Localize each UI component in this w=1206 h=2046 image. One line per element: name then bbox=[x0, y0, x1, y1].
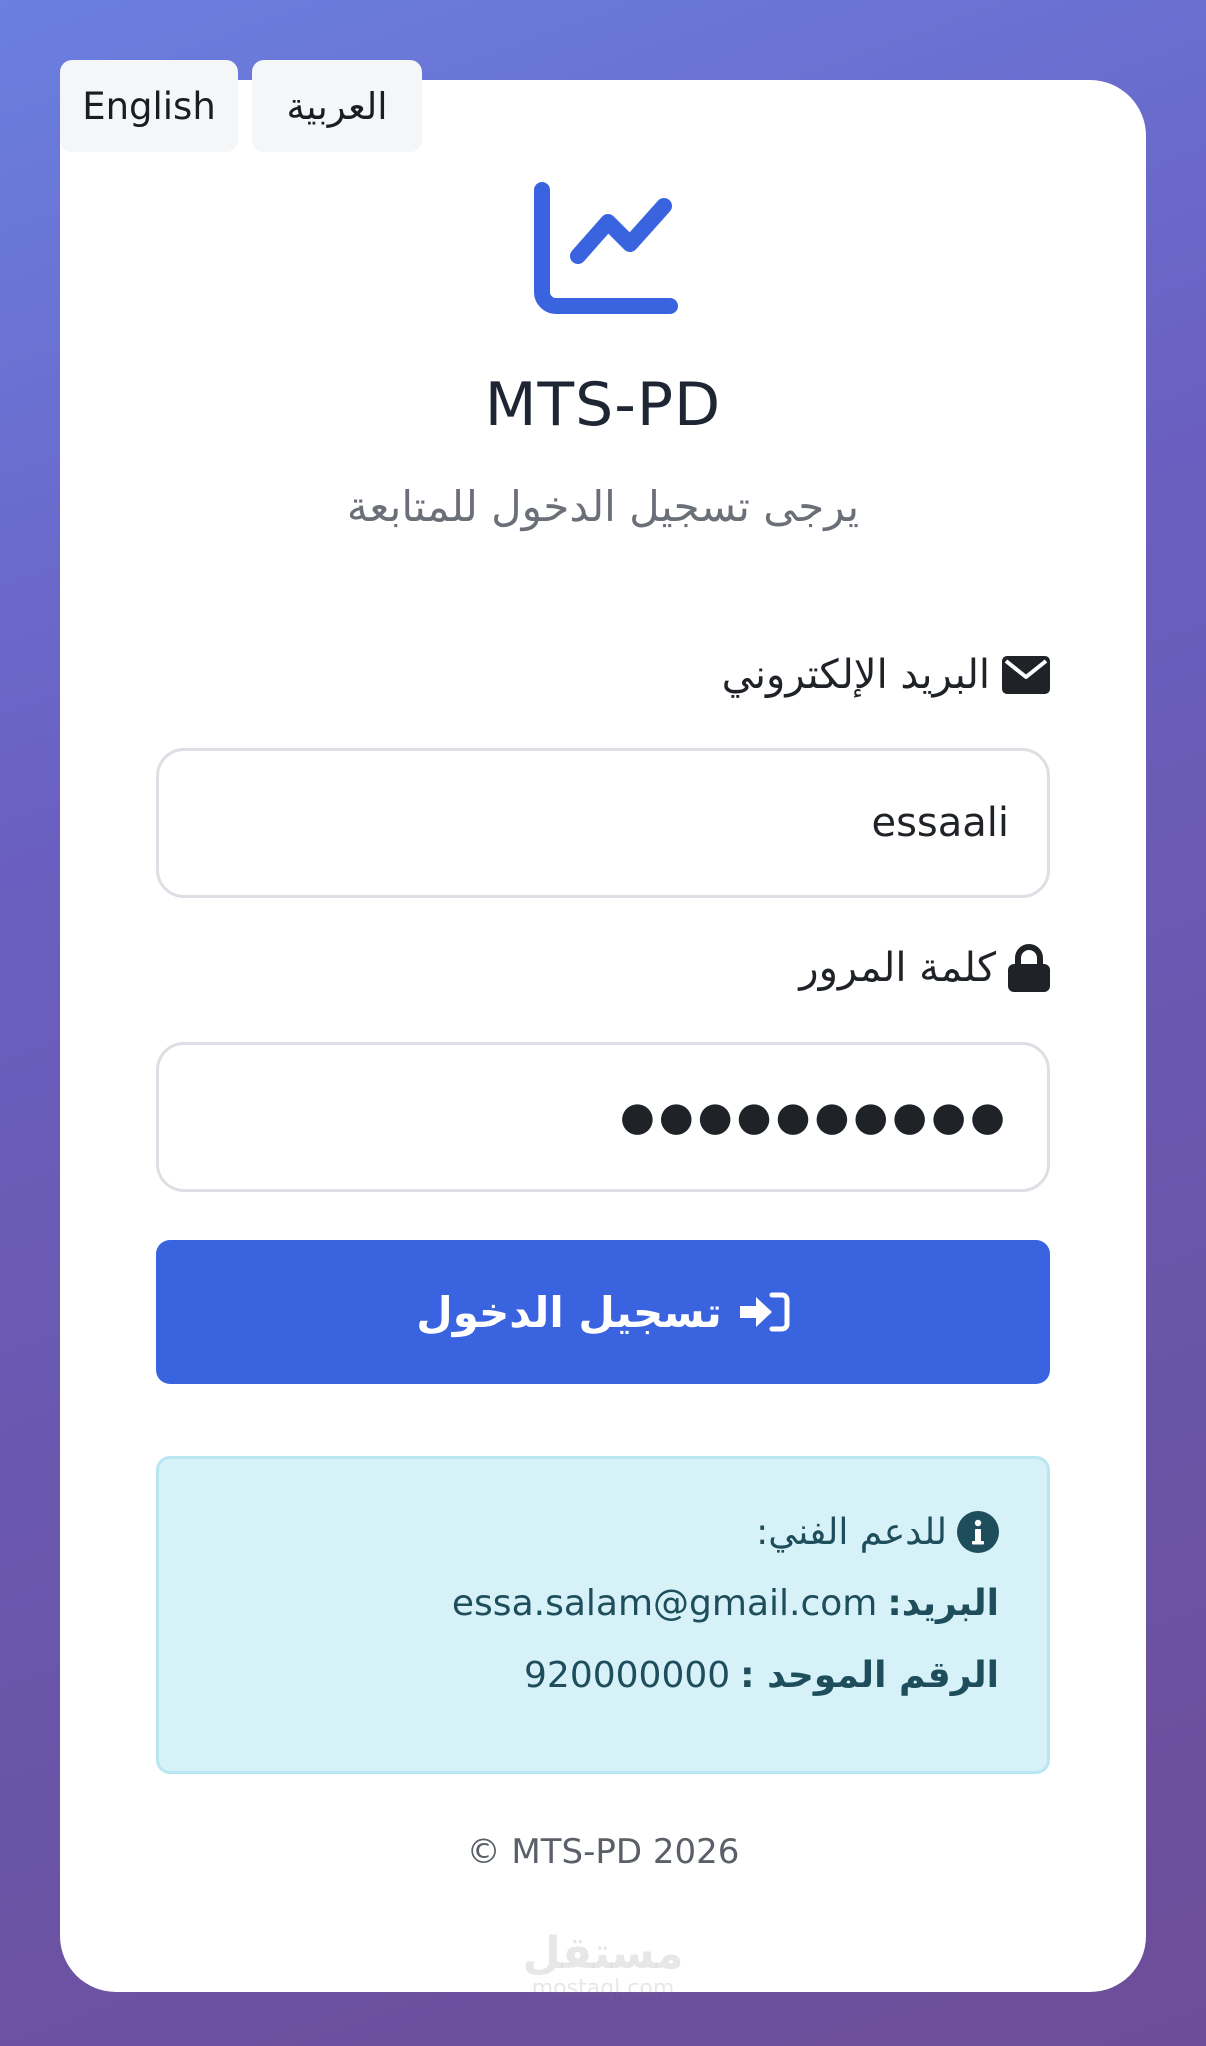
login-subtitle: يرجى تسجيل الدخول للمتابعة bbox=[346, 482, 860, 531]
envelope-icon bbox=[1002, 656, 1050, 694]
language-english-button[interactable]: English bbox=[60, 60, 238, 152]
lock-icon bbox=[1008, 944, 1050, 992]
support-phone-value: 920000000 bbox=[524, 1655, 731, 1696]
support-phone-line: الرقم الموحد : 920000000 bbox=[524, 1655, 999, 1696]
support-email-line: البريد: essa.salam@gmail.com bbox=[452, 1583, 999, 1624]
support-title: للدعم الفني: bbox=[756, 1511, 999, 1553]
support-info-box: للدعم الفني: البريد: essa.salam@gmail.co… bbox=[156, 1456, 1050, 1774]
login-button-label: تسجيل الدخول bbox=[416, 1287, 722, 1337]
chart-line-icon bbox=[534, 182, 678, 314]
language-arabic-label: العربية bbox=[286, 84, 388, 128]
support-phone-label: الرقم الموحد : bbox=[740, 1655, 999, 1696]
support-title-text: للدعم الفني: bbox=[756, 1511, 947, 1553]
info-circle-icon bbox=[957, 1511, 999, 1553]
watermark-arabic: مستقل bbox=[522, 1928, 684, 1979]
language-english-label: English bbox=[82, 84, 216, 128]
password-field-value: ●●●●●●●●●● bbox=[619, 1094, 1009, 1140]
watermark-latin: mostaql.com bbox=[531, 1976, 675, 2001]
watermark: مستقل mostaql.com bbox=[0, 1932, 1206, 2000]
email-label-text: البريد الإلكتروني bbox=[721, 652, 990, 698]
email-label: البريد الإلكتروني bbox=[722, 652, 1050, 698]
sign-in-icon bbox=[739, 1292, 790, 1332]
footer-copyright: © MTS-PD 2026 bbox=[466, 1832, 740, 1872]
email-field[interactable]: essaali bbox=[156, 748, 1050, 898]
language-arabic-button[interactable]: العربية bbox=[252, 60, 422, 152]
support-email-value: essa.salam@gmail.com bbox=[451, 1583, 878, 1624]
app-title: MTS-PD bbox=[484, 370, 722, 440]
login-button[interactable]: تسجيل الدخول bbox=[156, 1240, 1050, 1384]
password-label: كلمة المرور bbox=[799, 944, 1050, 992]
support-email-label: البريد: bbox=[887, 1583, 999, 1624]
email-field-value: essaali bbox=[871, 800, 1009, 846]
password-field[interactable]: ●●●●●●●●●● bbox=[156, 1042, 1050, 1192]
password-label-text: كلمة المرور bbox=[799, 945, 996, 991]
